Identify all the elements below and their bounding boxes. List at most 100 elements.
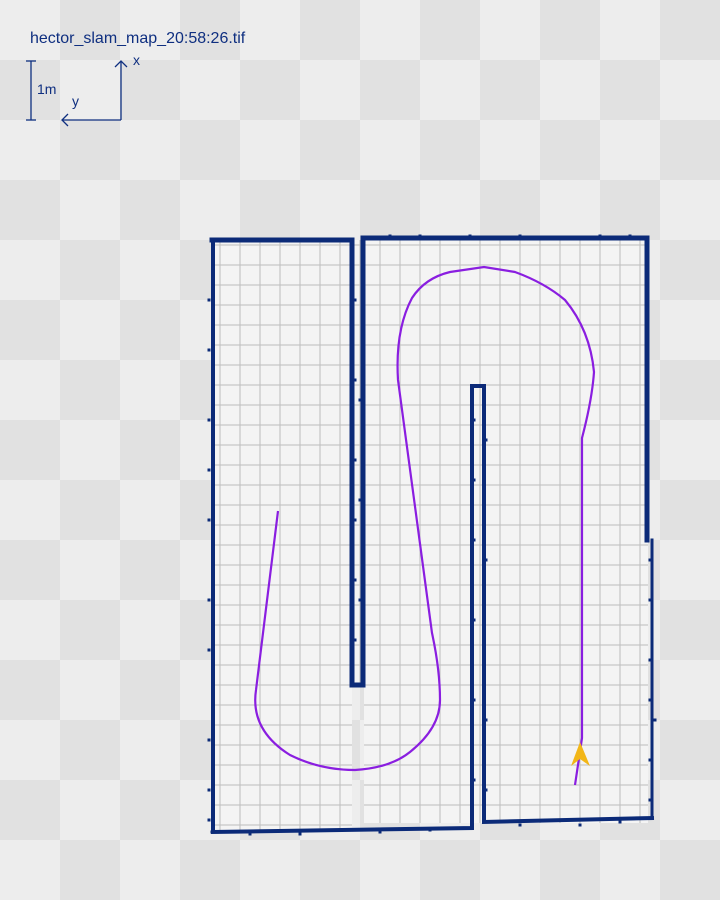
checker-tile [600, 840, 660, 900]
checker-tile [60, 780, 120, 840]
checker-tile [0, 360, 60, 420]
scan-speck [353, 378, 357, 382]
checker-tile [120, 240, 180, 300]
scan-speck [472, 618, 476, 622]
checker-tile [660, 120, 720, 180]
checker-tile [120, 360, 180, 420]
scan-speck [653, 718, 657, 722]
checker-tile [60, 420, 120, 480]
checker-tile [120, 600, 180, 660]
checker-tile [240, 840, 300, 900]
checker-tile [0, 660, 60, 720]
checker-tile [300, 120, 360, 180]
checker-tile [420, 840, 480, 900]
scan-speck [388, 234, 392, 238]
scan-speck [207, 818, 211, 822]
checker-tile [480, 180, 540, 240]
checker-tile [480, 120, 540, 180]
checker-tile [660, 480, 720, 540]
scan-speck [298, 832, 302, 836]
checker-tile [180, 120, 240, 180]
checker-tile [120, 780, 180, 840]
checker-tile [0, 600, 60, 660]
checker-tile [60, 60, 120, 120]
checker-tile [60, 540, 120, 600]
checker-tile [660, 840, 720, 900]
checker-tile [0, 240, 60, 300]
checker-tile [540, 0, 600, 60]
checker-tile [540, 120, 600, 180]
checker-tile [0, 840, 60, 900]
checker-tile [0, 480, 60, 540]
checker-tile [240, 60, 300, 120]
checker-tile [60, 600, 120, 660]
axis-x-label: x [133, 52, 140, 68]
scan-speck [353, 578, 357, 582]
checker-tile [600, 0, 660, 60]
scan-speck [207, 348, 211, 352]
checker-tile [120, 840, 180, 900]
checker-tile [540, 840, 600, 900]
checker-tile [180, 840, 240, 900]
checker-tile [360, 0, 420, 60]
scan-speck [358, 498, 362, 502]
scan-speck [648, 798, 652, 802]
scan-speck [648, 598, 652, 602]
scan-speck [207, 738, 211, 742]
scan-speck [648, 658, 652, 662]
scan-speck [353, 298, 357, 302]
checker-tile [120, 300, 180, 360]
scan-speck [472, 538, 476, 542]
checker-tile [420, 0, 480, 60]
scale-label: 1m [37, 81, 57, 97]
checker-tile [360, 180, 420, 240]
scan-speck [484, 788, 488, 792]
scan-speck [648, 698, 652, 702]
checker-tile [360, 120, 420, 180]
checker-tile [660, 240, 720, 300]
scan-speck [618, 820, 622, 824]
checker-tile [60, 720, 120, 780]
map-title: hector_slam_map_20:58:26.tif [30, 30, 246, 47]
scan-speck [598, 234, 602, 238]
checker-tile [60, 660, 120, 720]
checker-tile [600, 180, 660, 240]
scan-speck [207, 648, 211, 652]
checker-tile [540, 180, 600, 240]
checker-tile [120, 660, 180, 720]
checker-tile [420, 60, 480, 120]
scan-speck [472, 418, 476, 422]
scan-speck [648, 758, 652, 762]
checker-tile [300, 840, 360, 900]
checker-tile [60, 300, 120, 360]
checker-tile [480, 840, 540, 900]
scan-speck [353, 518, 357, 522]
checker-tile [60, 480, 120, 540]
scan-speck [248, 832, 252, 836]
checker-tile [360, 60, 420, 120]
scan-speck [518, 823, 522, 827]
checker-tile [0, 120, 60, 180]
checker-tile [660, 660, 720, 720]
checker-tile [600, 120, 660, 180]
checker-tile [60, 120, 120, 180]
checker-tile [120, 540, 180, 600]
checker-tile [420, 120, 480, 180]
scan-speck [468, 234, 472, 238]
checker-tile [660, 540, 720, 600]
checker-tile [540, 60, 600, 120]
checker-tile [660, 420, 720, 480]
checker-tile [240, 0, 300, 60]
scan-speck [353, 638, 357, 642]
scan-speck [353, 458, 357, 462]
scan-speck [207, 298, 211, 302]
scan-speck [207, 598, 211, 602]
checker-tile [240, 180, 300, 240]
checker-tile [60, 360, 120, 420]
checker-tile [660, 780, 720, 840]
checker-tile [660, 600, 720, 660]
scan-speck [207, 518, 211, 522]
checker-tile [120, 420, 180, 480]
checker-tile [420, 180, 480, 240]
checker-tile [0, 540, 60, 600]
